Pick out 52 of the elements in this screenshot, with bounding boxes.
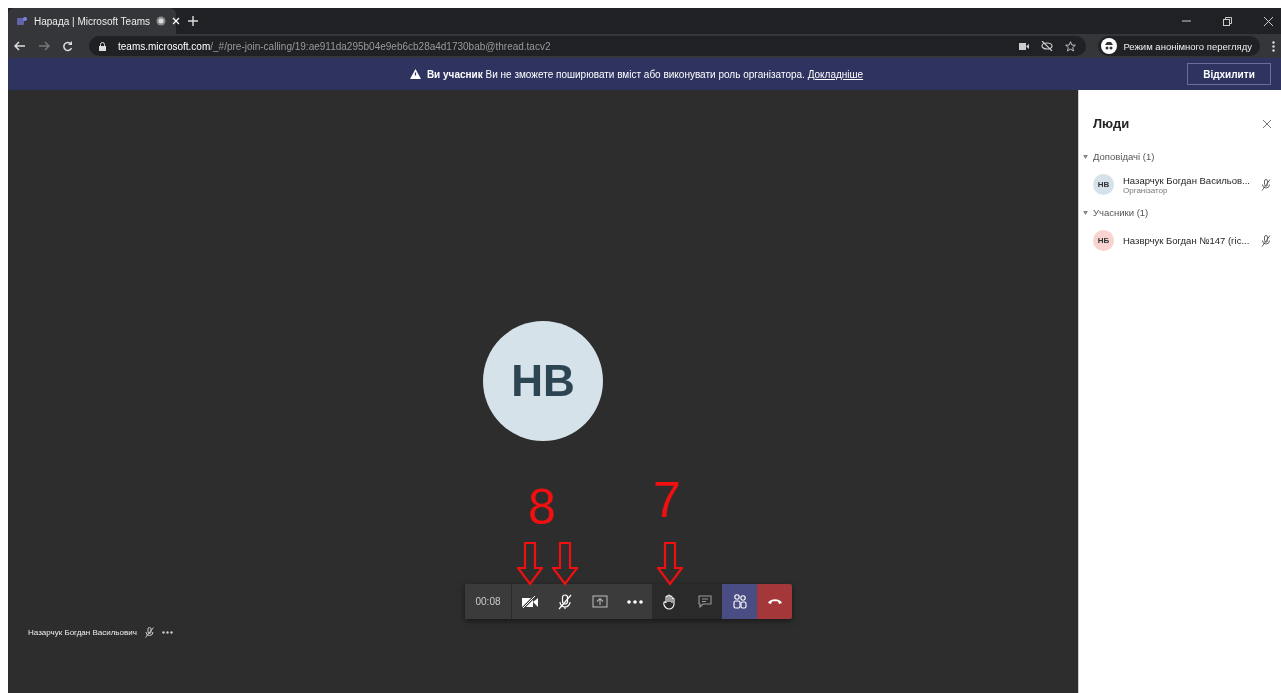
banner-message: Ви учасник Ви не зможете поширювати вміст або виконувати роль організатора. Докладніше bbox=[426, 68, 864, 80]
mic-off-icon bbox=[144, 627, 154, 638]
incognito-icon bbox=[1101, 38, 1118, 54]
mic-off-icon bbox=[1261, 178, 1271, 191]
learn-more-link[interactable]: Докладніше bbox=[807, 68, 864, 80]
recording-icon bbox=[156, 16, 167, 26]
restore-icon[interactable] bbox=[1223, 16, 1232, 26]
dismiss-button[interactable]: Відхилити bbox=[1187, 63, 1271, 85]
incognito-badge[interactable]: Режим анонімного перегляду bbox=[1098, 36, 1260, 56]
more-options-icon bbox=[626, 599, 643, 604]
teams-logo-icon bbox=[16, 15, 28, 27]
avatar: НБ bbox=[1093, 230, 1114, 251]
avatar: НВ bbox=[483, 321, 603, 441]
tab-title: Нарада | Microsoft Teams bbox=[34, 15, 151, 27]
chat-icon bbox=[697, 595, 712, 608]
reload-icon[interactable] bbox=[62, 40, 73, 52]
more-options-icon[interactable] bbox=[161, 631, 173, 634]
participant-name: Назарчук Богдан Васильович bbox=[28, 628, 137, 637]
annotation-number: 7 bbox=[653, 475, 681, 525]
raise-hand-icon bbox=[663, 593, 676, 610]
group-header[interactable]: Доповідачі (1) bbox=[1079, 145, 1281, 168]
hang-up-icon bbox=[766, 598, 783, 605]
people-icon bbox=[732, 594, 747, 609]
camera-off-icon bbox=[520, 594, 539, 609]
person-name[interactable]: Назврчук Богдан №147 (гіс... bbox=[1123, 235, 1252, 246]
star-icon[interactable] bbox=[1065, 40, 1077, 52]
close-icon[interactable] bbox=[1264, 16, 1273, 26]
person-role: Організатор bbox=[1123, 185, 1168, 195]
person-name[interactable]: Назарчук Богдан Васильов... bbox=[1123, 174, 1252, 186]
forward-icon[interactable] bbox=[38, 41, 50, 51]
warning-icon bbox=[409, 69, 421, 79]
avatar: НВ bbox=[1093, 174, 1114, 195]
hangup-button[interactable] bbox=[757, 584, 792, 619]
mic-off-icon bbox=[1261, 234, 1271, 247]
share-screen-icon bbox=[591, 594, 608, 609]
menu-icon[interactable] bbox=[1272, 40, 1275, 52]
more-button[interactable] bbox=[617, 584, 652, 619]
group-header[interactable]: Учасники (1) bbox=[1079, 201, 1281, 224]
url-text: teams.microsoft.com/_#/pre-join-calling/19:ae911da295b04e9eb6cb28a4d1730bab@thread.tacv2 bbox=[118, 40, 551, 52]
new-tab-icon[interactable] bbox=[188, 16, 198, 26]
address-field[interactable]: teams.microsoft.com/_#/pre-join-calling/19:ae911da295b04e9eb6cb28a4d1730bab@thread.tacv2 bbox=[89, 36, 1087, 56]
eye-slash-icon[interactable] bbox=[1041, 41, 1054, 51]
caret-icon bbox=[1083, 154, 1088, 159]
mic-off-icon bbox=[557, 593, 572, 610]
caret-icon bbox=[1083, 210, 1088, 215]
lock-icon bbox=[99, 41, 106, 51]
panel-title: Люди bbox=[1093, 116, 1130, 131]
back-icon[interactable] bbox=[14, 41, 26, 51]
camera-off-button[interactable] bbox=[512, 584, 547, 619]
camera-icon[interactable] bbox=[1019, 42, 1030, 50]
annotation-number: 8 bbox=[528, 482, 556, 532]
people-button[interactable] bbox=[722, 584, 757, 619]
